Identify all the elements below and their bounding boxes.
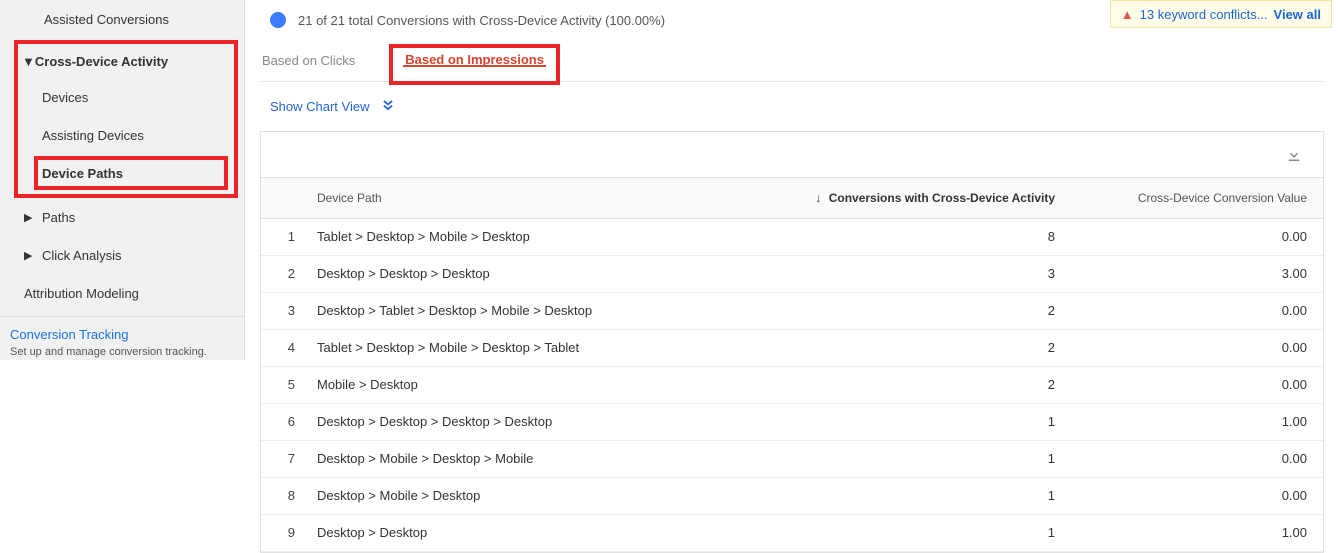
device-paths-table: Device Path ↓ Conversions with Cross-Dev…: [261, 178, 1323, 552]
table-row[interactable]: 6Desktop > Desktop > Desktop > Desktop11…: [261, 403, 1323, 440]
cell-device-path: Tablet > Desktop > Mobile > Desktop: [301, 218, 751, 255]
cell-value: 0.00: [1071, 440, 1323, 477]
cell-value: 1.00: [1071, 514, 1323, 551]
sort-descending-icon: ↓: [815, 191, 821, 205]
cell-device-path: Desktop > Desktop > Desktop > Desktop: [301, 403, 751, 440]
cell-conversions: 2: [751, 329, 1071, 366]
caret-right-icon: ▶: [24, 249, 38, 262]
table-row[interactable]: 2Desktop > Desktop > Desktop33.00: [261, 255, 1323, 292]
col-device-path[interactable]: Device Path: [301, 178, 751, 218]
cell-conversions: 8: [751, 218, 1071, 255]
tab-based-on-impressions[interactable]: Based on Impressions: [403, 52, 546, 73]
table-row[interactable]: 8Desktop > Mobile > Desktop10.00: [261, 477, 1323, 514]
table-row[interactable]: 4Tablet > Desktop > Mobile > Desktop > T…: [261, 329, 1323, 366]
sidebar-section-cross-device[interactable]: ▼ Cross-Device Activity: [18, 44, 234, 78]
sidebar-item-label: Paths: [42, 210, 75, 225]
sidebar-item-device-paths[interactable]: Device Paths: [38, 160, 224, 186]
sidebar-item-click-analysis[interactable]: ▶ Click Analysis: [0, 236, 244, 274]
cell-value: 0.00: [1071, 366, 1323, 403]
data-table-card: Device Path ↓ Conversions with Cross-Dev…: [260, 131, 1324, 553]
tabs: Based on Clicks Based on Impressions: [260, 38, 1324, 82]
cell-value: 0.00: [1071, 218, 1323, 255]
download-icon[interactable]: [1285, 146, 1303, 164]
cell-conversions: 1: [751, 477, 1071, 514]
cell-device-path: Desktop > Desktop > Desktop: [301, 255, 751, 292]
main-content: 21 of 21 total Conversions with Cross-De…: [260, 8, 1324, 521]
double-chevron-down-icon: [381, 98, 395, 115]
table-row[interactable]: 5Mobile > Desktop20.00: [261, 366, 1323, 403]
col-label: Conversions with Cross-Device Activity: [829, 191, 1055, 205]
highlight-box-item: Device Paths: [34, 156, 228, 190]
row-index: 3: [261, 292, 301, 329]
cell-value: 0.00: [1071, 477, 1323, 514]
sidebar-item-attribution-modeling[interactable]: Attribution Modeling: [0, 274, 244, 312]
row-index: 5: [261, 366, 301, 403]
row-index: 6: [261, 403, 301, 440]
summary-row: 21 of 21 total Conversions with Cross-De…: [260, 8, 1324, 38]
cell-device-path: Desktop > Mobile > Desktop > Mobile: [301, 440, 751, 477]
cell-value: 0.00: [1071, 329, 1323, 366]
cell-value: 1.00: [1071, 403, 1323, 440]
caret-right-icon: ▶: [24, 211, 38, 224]
table-row[interactable]: 9Desktop > Desktop11.00: [261, 514, 1323, 551]
sidebar-item-label: Devices: [42, 90, 88, 105]
table-row[interactable]: 7Desktop > Mobile > Desktop > Mobile10.0…: [261, 440, 1323, 477]
sidebar-item-assisted-conversions[interactable]: Assisted Conversions: [0, 0, 244, 38]
cell-device-path: Mobile > Desktop: [301, 366, 751, 403]
tab-based-on-clicks[interactable]: Based on Clicks: [260, 45, 357, 80]
sidebar-item-label: Assisted Conversions: [44, 12, 169, 27]
cell-conversions: 1: [751, 514, 1071, 551]
sidebar-item-paths[interactable]: ▶ Paths: [0, 198, 244, 236]
sidebar-item-assisting-devices[interactable]: Assisting Devices: [18, 116, 234, 154]
row-index: 9: [261, 514, 301, 551]
row-index: 4: [261, 329, 301, 366]
highlight-box-tab: Based on Impressions: [389, 44, 560, 85]
conversion-tracking-sub: Set up and manage conversion tracking.: [0, 346, 244, 366]
sidebar-item-label: Click Analysis: [42, 248, 121, 263]
show-chart-label: Show Chart View: [270, 99, 369, 114]
cell-device-path: Desktop > Desktop: [301, 514, 751, 551]
sidebar: Assisted Conversions ▼ Cross-Device Acti…: [0, 0, 245, 360]
caret-down-icon: ▼: [22, 54, 35, 69]
row-index: 2: [261, 255, 301, 292]
cell-conversions: 2: [751, 292, 1071, 329]
row-index: 1: [261, 218, 301, 255]
cell-conversions: 2: [751, 366, 1071, 403]
col-conversions[interactable]: ↓ Conversions with Cross-Device Activity: [751, 178, 1071, 218]
cell-conversions: 1: [751, 403, 1071, 440]
cell-device-path: Tablet > Desktop > Mobile > Desktop > Ta…: [301, 329, 751, 366]
sidebar-item-label: Device Paths: [42, 166, 123, 181]
sidebar-section-label: Cross-Device Activity: [35, 54, 168, 69]
cell-value: 3.00: [1071, 255, 1323, 292]
cell-conversions: 3: [751, 255, 1071, 292]
col-value[interactable]: Cross-Device Conversion Value: [1071, 178, 1323, 218]
cell-device-path: Desktop > Mobile > Desktop: [301, 477, 751, 514]
cell-device-path: Desktop > Tablet > Desktop > Mobile > De…: [301, 292, 751, 329]
show-chart-toggle[interactable]: Show Chart View: [260, 82, 1324, 131]
row-index: 8: [261, 477, 301, 514]
highlight-box-section: ▼ Cross-Device Activity Devices Assistin…: [14, 40, 238, 198]
table-row[interactable]: 3Desktop > Tablet > Desktop > Mobile > D…: [261, 292, 1323, 329]
table-row[interactable]: 1Tablet > Desktop > Mobile > Desktop80.0…: [261, 218, 1323, 255]
legend-dot-icon: [270, 12, 286, 28]
table-toolbar: [261, 132, 1323, 178]
cell-value: 0.00: [1071, 292, 1323, 329]
sidebar-item-label: Assisting Devices: [42, 128, 144, 143]
sidebar-item-label: Attribution Modeling: [24, 286, 139, 301]
conversion-tracking-link[interactable]: Conversion Tracking: [0, 317, 244, 346]
row-index: 7: [261, 440, 301, 477]
sidebar-item-devices[interactable]: Devices: [18, 78, 234, 116]
cell-conversions: 1: [751, 440, 1071, 477]
summary-text: 21 of 21 total Conversions with Cross-De…: [298, 13, 665, 28]
